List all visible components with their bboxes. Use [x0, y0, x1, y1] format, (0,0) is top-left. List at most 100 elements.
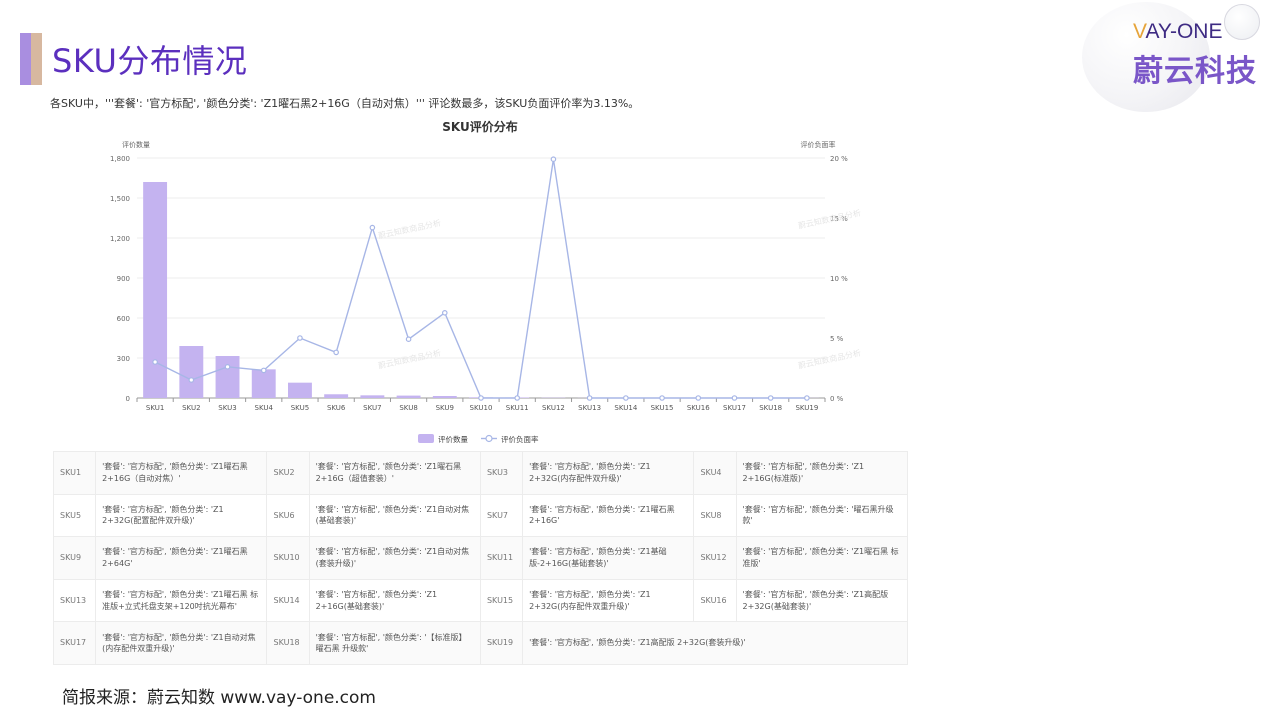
sku-review-chart: SKU评价分布评价数量 评价负面率03006009001,2001,5001,80… [110, 119, 862, 444]
x-tick-label: SKU2 [182, 404, 200, 412]
y-tick-left-label: 300 [117, 355, 130, 363]
sku-description-cell: '套餐': '官方标配', '颜色分类': 'Z1自动对焦(基础套装)' [308, 493, 481, 538]
negative-rate-point [514, 395, 521, 401]
x-tick-label: SKU6 [327, 404, 346, 412]
sku-id-cell: SKU12 [693, 536, 737, 580]
x-tick-label: SKU5 [291, 404, 309, 412]
x-tick-label: SKU17 [723, 404, 746, 412]
legend-line-marker [485, 434, 493, 443]
y-axis-right-label: 评价负面率 [801, 140, 836, 149]
sku-id-cell: SKU8 [693, 493, 737, 538]
sku-id-cell: SKU15 [479, 578, 524, 623]
bar [215, 356, 240, 398]
logo-english: VAY-ONE [1133, 20, 1222, 44]
y-tick-left-label: 600 [117, 315, 130, 323]
sku-description-cell: '套餐': '官方标配', '颜色分类': 'Z1自动对焦(套装升级)' [308, 536, 481, 580]
x-tick-label: SKU4 [255, 404, 274, 412]
sku-id-cell: SKU3 [479, 451, 524, 495]
negative-rate-point [333, 349, 339, 356]
negative-rate-point [369, 224, 376, 231]
x-tick-label: SKU10 [470, 404, 493, 412]
legend-bar-swatch [418, 434, 434, 443]
title-accent-bar-left [20, 33, 31, 85]
sku-description-cell: '套餐': '官方标配', '颜色分类': 'Z1 2+16G(基础套装)' [308, 578, 481, 623]
bar [179, 346, 204, 398]
y-tick-right-label: 5 % [830, 335, 844, 343]
title-accent-bar [20, 33, 42, 85]
sku-table-row: SKU13 '套餐': '官方标配', '颜色分类': 'Z1曜石黑 标准版+立式… [52, 578, 909, 623]
legend-line-label: 评价负面率 [501, 434, 539, 444]
negative-rate-point [804, 395, 810, 401]
sku-id-cell: SKU5 [52, 493, 97, 538]
sku-description-cell: '套餐': '官方标配', '颜色分类': 'Z1曜石黑2+16G（超值套装）' [308, 451, 481, 495]
bar [432, 396, 457, 398]
x-tick-label: SKU15 [651, 404, 674, 412]
sku-table-row: SKU1 '套餐': '官方标配', '颜色分类': 'Z1曜石黑2+16G（自动… [52, 451, 909, 495]
sku-id-cell: SKU17 [52, 621, 97, 665]
x-tick-label: SKU16 [687, 404, 710, 412]
sku-id-cell: SKU9 [52, 536, 97, 580]
y-tick-left-label: 1,500 [110, 195, 130, 203]
negative-rate-point [767, 395, 774, 401]
sku-id-cell: SKU19 [479, 621, 524, 665]
sku-description-cell: '套餐': '官方标配', '颜色分类': 'Z1高配版 2+32G(基础套装)… [735, 578, 909, 623]
sku-description-cell: '套餐': '官方标配', '颜色分类': 'Z1基础版-2+16G(基础套装)… [522, 536, 695, 580]
sku-id-cell: SKU13 [52, 578, 97, 623]
logo-small-bubble-decoration [1224, 4, 1260, 40]
x-tick-label: SKU13 [578, 404, 601, 412]
negative-rate-point [659, 395, 665, 401]
title-accent-bar-right [31, 33, 42, 85]
x-tick-label: SKU8 [399, 404, 417, 412]
negative-rate-point [441, 309, 448, 316]
sku-description-cell: '套餐': '官方标配', '颜色分类': '曜石黑升级款' [735, 493, 909, 538]
negative-rate-point [478, 395, 484, 401]
x-tick-label: SKU1 [146, 404, 164, 412]
logo-english-v: V [1133, 20, 1146, 43]
sku-id-cell: SKU4 [693, 451, 737, 495]
sku-description-cell: '套餐': '官方标配', '颜色分类': 'Z1 2+16G(标准版)' [735, 451, 909, 495]
sku-table-row: SKU9 '套餐': '官方标配', '颜色分类': 'Z1曜石黑 2+64G' S… [52, 536, 909, 580]
bar [396, 395, 421, 398]
sku-table: SKU1 '套餐': '官方标配', '颜色分类': 'Z1曜石黑2+16G（自动… [52, 451, 909, 665]
legend-bar-label: 评价数量 [438, 434, 468, 444]
watermark-text: 蔚云知数商品分析 [377, 348, 442, 371]
negative-rate-point [731, 395, 738, 401]
negative-rate-line [154, 159, 807, 399]
x-tick-label: SKU9 [436, 404, 454, 412]
negative-rate-point [695, 395, 702, 401]
summary-text: 各SKU中，'''套餐': '官方标配', '颜色分类': 'Z1曜石黑2+16… [50, 97, 640, 110]
sku-description-cell: '套餐': '官方标配', '颜色分类': 'Z1 2+32G(内存配件双升级)… [522, 451, 695, 495]
negative-rate-point [188, 377, 195, 383]
watermark-text: 蔚云知数商品分析 [797, 208, 862, 231]
negative-rate-point [623, 395, 629, 401]
sku-description-cell: '套餐': '官方标配', '颜色分类': 'Z1高配版 2+32G(套装升级)… [522, 621, 908, 665]
bar [324, 394, 349, 398]
sku-description-cell: '套餐': '官方标配', '颜色分类': 'Z1自动对焦(内存配件双重升级)' [95, 621, 268, 665]
y-tick-left-label: 900 [117, 275, 130, 283]
x-tick-label: SKU3 [218, 404, 236, 412]
sku-id-cell: SKU11 [479, 536, 524, 580]
watermark-text: 蔚云知数商品分析 [797, 348, 862, 371]
sku-id-cell: SKU18 [266, 621, 310, 665]
sku-table-row: SKU5 '套餐': '官方标配', '颜色分类': 'Z1 2+32G(配置配件… [52, 493, 909, 538]
sku-description-cell: '套餐': '官方标配', '颜色分类': 'Z1曜石黑2+16G（自动对焦）' [95, 451, 268, 495]
source-footer: 简报来源：蔚云知数 www.vay-one.com [62, 688, 376, 708]
negative-rate-point [550, 156, 557, 163]
negative-rate-point [297, 335, 303, 341]
y-tick-right-label: 20 % [830, 155, 848, 163]
bar [251, 369, 276, 398]
x-tick-label: SKU12 [542, 404, 565, 412]
x-tick-label: SKU14 [614, 404, 637, 412]
sku-id-cell: SKU16 [693, 578, 737, 623]
sku-id-cell: SKU7 [479, 493, 524, 538]
y-tick-right-label: 0 % [830, 395, 844, 403]
negative-rate-point [586, 395, 593, 401]
sku-description-cell: '套餐': '官方标配', '颜色分类': 'Z1曜石黑2+16G' [522, 493, 695, 538]
chart-title: SKU评价分布 [442, 119, 517, 134]
x-tick-label: SKU11 [506, 404, 529, 412]
sku-id-cell: SKU2 [266, 451, 310, 495]
watermark-text: 蔚云知数商品分析 [377, 218, 442, 241]
sku-description-cell: '套餐': '官方标配', '颜色分类': 'Z1 2+32G(配置配件双升级)… [95, 493, 268, 538]
negative-rate-point [152, 359, 158, 365]
negative-rate-point [405, 336, 412, 343]
